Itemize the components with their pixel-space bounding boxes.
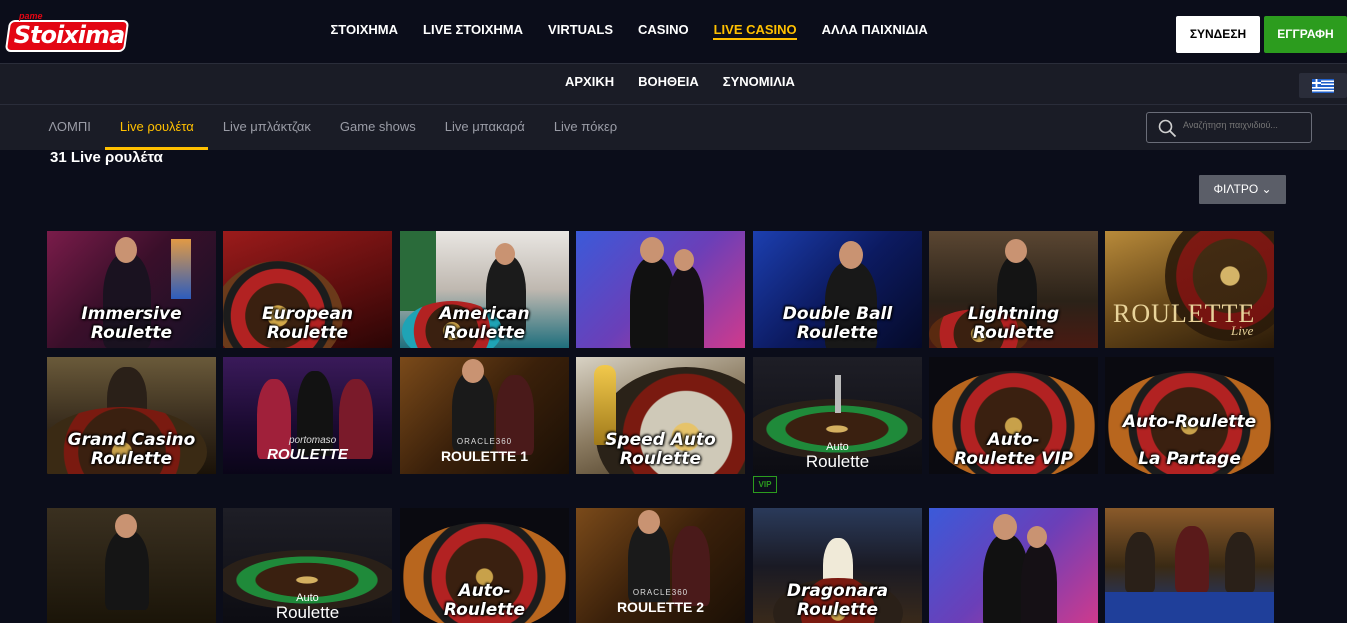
tab-live-baccarat[interactable]: Live μπακαρά bbox=[430, 105, 539, 150]
results-count: 31 Live ρουλέτα bbox=[50, 149, 163, 166]
nav-stoixima[interactable]: ΣΤΟΙΧΗΜΑ bbox=[318, 0, 411, 64]
tab-lobby[interactable]: ΛΟΜΠΙ bbox=[34, 105, 105, 150]
game-tile-dragonara-roulette[interactable]: Dragonara Roulette bbox=[753, 508, 922, 623]
game-tile-casino-table-roulette[interactable] bbox=[1105, 508, 1274, 623]
nav-casino[interactable]: CASINO bbox=[626, 0, 702, 64]
stoiximа-logo[interactable]: pame Stoixima bbox=[4, 10, 130, 54]
filter-button[interactable]: ΦΙΛΤΡΟ ⌄ bbox=[1199, 175, 1286, 204]
game-tile-lightning-roulette[interactable]: Lightning Roulette bbox=[929, 231, 1098, 348]
game-tile-double-ball-roulette[interactable]: Double Ball Roulette bbox=[753, 231, 922, 348]
search-input[interactable] bbox=[1183, 120, 1303, 130]
secondary-nav: ΑΡΧΙΚΗ ΒΟΗΘΕΙΑ ΣΥΝΟΜΙΛΙΑ bbox=[0, 64, 1347, 105]
game-tile-immersive-roulette[interactable]: Immersive Roulette bbox=[47, 231, 216, 348]
game-tile-evolution-roulette[interactable] bbox=[576, 231, 745, 348]
game-tile-oracle360-roulette-1[interactable]: ORACLE360 ROULETTE 1 bbox=[400, 357, 569, 474]
nav-alla-paixnidia[interactable]: ΑΛΛΑ ΠΑΙΧΝΙΔΙΑ bbox=[809, 0, 940, 64]
tab-live-roulette[interactable]: Live ρουλέτα bbox=[105, 105, 209, 150]
game-tile-european-roulette[interactable]: European Roulette bbox=[223, 231, 392, 348]
greek-flag-icon bbox=[1312, 79, 1334, 93]
game-tile-casino-roulette[interactable] bbox=[47, 508, 216, 623]
game-tile-auto-roulette[interactable]: Auto Roulette bbox=[753, 357, 922, 474]
game-tile-speed-auto-roulette[interactable]: Speed Auto Roulette bbox=[576, 357, 745, 474]
game-tile-evolution-roulette-2[interactable] bbox=[929, 508, 1098, 623]
game-tile-auto-roulette-la-partage[interactable]: Auto-Roulette La Partage bbox=[1105, 357, 1274, 474]
game-tile-roulette-live[interactable]: ROULETTE Live bbox=[1105, 231, 1274, 348]
nav-live-stoixima[interactable]: LIVE ΣΤΟΙΧΗΜΑ bbox=[411, 0, 536, 64]
search-icon bbox=[1158, 119, 1177, 138]
login-button[interactable]: ΣΥΝΔΕΣΗ bbox=[1176, 16, 1260, 53]
game-tile-oracle360-roulette-2[interactable]: ORACLE360 ROULETTE 2 bbox=[576, 508, 745, 623]
subnav-help[interactable]: ΒΟΗΘΕΙΑ bbox=[626, 64, 711, 105]
tab-live-blackjack[interactable]: Live μπλάκτζακ bbox=[208, 105, 325, 150]
nav-virtuals[interactable]: VIRTUALS bbox=[536, 0, 626, 64]
tab-game-shows[interactable]: Game shows bbox=[325, 105, 430, 150]
main-nav: ΣΤΟΙΧΗΜΑ LIVE ΣΤΟΙΧΗΜΑ VIRTUALS CASINO L… bbox=[318, 0, 940, 64]
language-selector[interactable] bbox=[1299, 73, 1347, 98]
game-tile-american-roulette[interactable]: American Roulette bbox=[400, 231, 569, 348]
game-tile-portomaso-roulette[interactable]: portomaso ROULETTE bbox=[223, 357, 392, 474]
vip-badge: VIP bbox=[753, 476, 777, 493]
game-tile-grand-casino-roulette[interactable]: Grand Casino Roulette bbox=[47, 357, 216, 474]
category-tabs: ΛΟΜΠΙ Live ρουλέτα Live μπλάκτζακ Game s… bbox=[0, 105, 1347, 150]
logo-pame-text: pame bbox=[19, 11, 43, 21]
subnav-home[interactable]: ΑΡΧΙΚΗ bbox=[553, 64, 626, 105]
game-search-box[interactable] bbox=[1146, 112, 1312, 143]
subnav-chat[interactable]: ΣΥΝΟΜΙΛΙΑ bbox=[711, 64, 807, 105]
top-header: pame Stoixima ΣΤΟΙΧΗΜΑ LIVE ΣΤΟΙΧΗΜΑ VIR… bbox=[0, 0, 1347, 64]
register-button[interactable]: ΕΓΓΡΑΦΗ bbox=[1264, 16, 1347, 53]
logo-main-text: Stoixima bbox=[13, 21, 125, 49]
game-tile-auto-roulette-vip[interactable]: Auto- Roulette VIP bbox=[929, 357, 1098, 474]
nav-live-casino[interactable]: LIVE CASINO bbox=[701, 0, 809, 64]
tab-live-poker[interactable]: Live πόκερ bbox=[539, 105, 631, 150]
game-tile-auto-roulette-2[interactable]: Auto Roulette bbox=[223, 508, 392, 623]
game-tile-auto-roulette-3[interactable]: Auto- Roulette bbox=[400, 508, 569, 623]
